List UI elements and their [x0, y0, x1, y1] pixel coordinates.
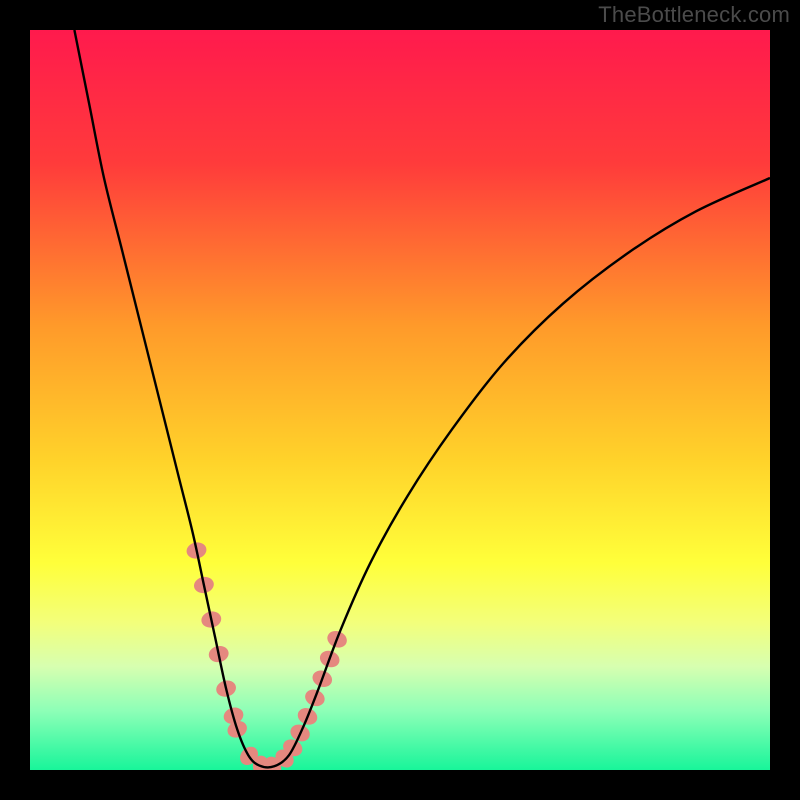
outer-frame: TheBottleneck.com [0, 0, 800, 800]
gradient-background [30, 30, 770, 770]
chart-svg [30, 30, 770, 770]
watermark-text: TheBottleneck.com [598, 2, 790, 28]
plot-area [30, 30, 770, 770]
